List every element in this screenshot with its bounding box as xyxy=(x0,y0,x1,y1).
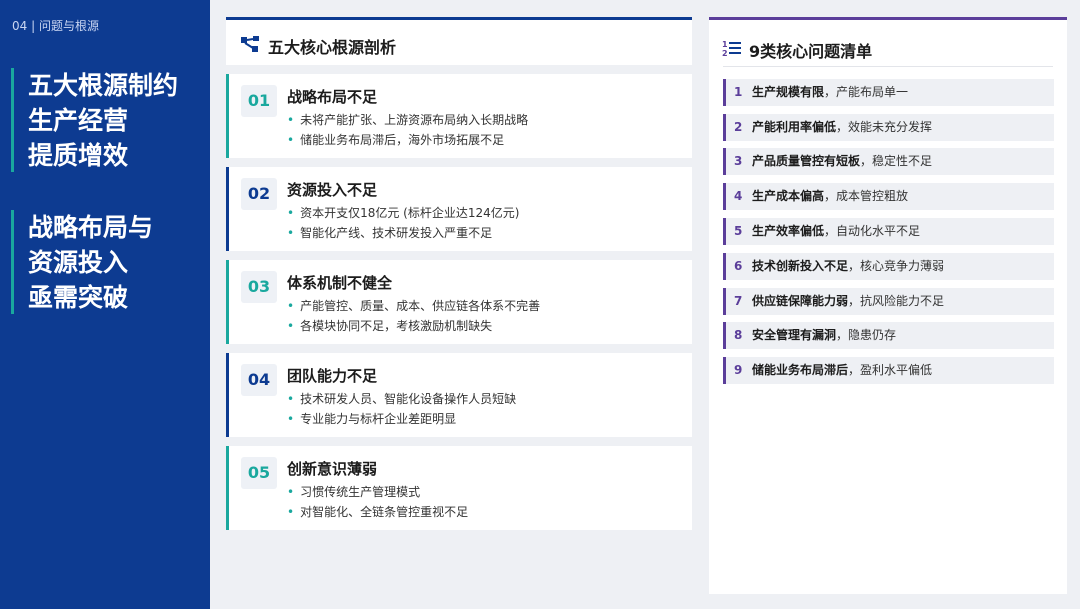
issue-item: 5 生产效率偏低，自动化水平不足 xyxy=(723,218,1054,245)
card-number: 05 xyxy=(241,457,277,489)
headline-line: 提质增效 xyxy=(28,141,129,170)
headline-line: 亟需突破 xyxy=(28,283,129,312)
card-title: 资源投入不足 xyxy=(287,181,378,199)
issue-item: 6 技术创新投入不足，核心竞争力薄弱 xyxy=(723,253,1054,280)
card-bullet: • 技术研发人员、智能化设备操作人员短缺 xyxy=(287,392,517,406)
svg-text:2: 2 xyxy=(722,49,728,57)
card-title: 战略布局不足 xyxy=(287,88,378,106)
section-tag: 04 | 问题与根源 xyxy=(12,19,99,33)
root-cause-panel-header: 五大核心根源剖析 xyxy=(226,17,692,65)
sidebar: 04 | 问题与根源 五大根源制约 生产经营 提质增效 战略布局与 资源投入 亟… xyxy=(0,0,210,609)
panel-title: 五大核心根源剖析 xyxy=(268,38,397,57)
card-bullet: • 产能管控、质量、成本、供应链各体系不完善 xyxy=(287,299,541,313)
root-cause-card: 01 战略布局不足 • 未将产能扩张、上游资源布局纳入长期战略 • 储能业务布局滞后… xyxy=(226,74,692,158)
card-bullet: • 未将产能扩张、上游资源布局纳入长期战略 xyxy=(287,113,529,127)
root-cause-card: 02 资源投入不足 • 资本开支仅18亿元 (标杆企业达124亿元) • 智能化产线… xyxy=(226,167,692,251)
issue-item: 8 安全管理有漏洞，隐患仍存 xyxy=(723,322,1054,349)
headline-bottom: 战略布局与 资源投入 亟需突破 xyxy=(11,210,201,314)
numbered-list-icon: 1 2 xyxy=(722,39,742,61)
network-nodes-icon xyxy=(240,35,260,57)
divider xyxy=(723,66,1053,67)
card-bullet: • 储能业务布局滞后，海外市场拓展不足 xyxy=(287,133,505,147)
card-title: 团队能力不足 xyxy=(287,367,378,385)
svg-text:1: 1 xyxy=(722,40,728,49)
headline-line: 资源投入 xyxy=(28,248,129,277)
issue-item: 7 供应链保障能力弱，抗风险能力不足 xyxy=(723,288,1054,315)
card-title: 创新意识薄弱 xyxy=(287,460,378,478)
card-number: 01 xyxy=(241,85,277,117)
card-bullet: • 智能化产线、技术研发投入严重不足 xyxy=(287,226,493,240)
headline-line: 战略布局与 xyxy=(28,213,154,242)
root-cause-card: 04 团队能力不足 • 技术研发人员、智能化设备操作人员短缺 • 专业能力与标杆企业… xyxy=(226,353,692,437)
headline-line: 五大根源制约 xyxy=(28,71,179,100)
panel-title: 9类核心问题清单 xyxy=(749,42,873,61)
card-bullet: • 专业能力与标杆企业差距明显 xyxy=(287,412,457,426)
issue-item: 3 产品质量管控有短板，稳定性不足 xyxy=(723,148,1054,175)
headline-top: 五大根源制约 生产经营 提质增效 xyxy=(11,68,201,172)
card-number: 03 xyxy=(241,271,277,303)
issue-list-panel: 1 2 9类核心问题清单 1 生产规模有限，产能布局单一 2 产能利用率偏低，效能未… xyxy=(709,17,1067,594)
issue-item: 2 产能利用率偏低，效能未充分发挥 xyxy=(723,114,1054,141)
card-bullet: • 对智能化、全链条管控重视不足 xyxy=(287,505,469,519)
card-bullet: • 资本开支仅18亿元 (标杆企业达124亿元) xyxy=(287,206,520,220)
issue-item: 4 生产成本偏高，成本管控粗放 xyxy=(723,183,1054,210)
issue-item: 9 储能业务布局滞后，盈利水平偏低 xyxy=(723,357,1054,384)
issue-item: 1 生产规模有限，产能布局单一 xyxy=(723,79,1054,106)
card-number: 02 xyxy=(241,178,277,210)
card-bullet: • 各模块协同不足，考核激励机制缺失 xyxy=(287,319,493,333)
root-cause-card: 05 创新意识薄弱 • 习惯传统生产管理模式 • 对智能化、全链条管控重视不足 xyxy=(226,446,692,530)
card-bullet: • 习惯传统生产管理模式 xyxy=(287,485,421,499)
root-cause-card: 03 体系机制不健全 • 产能管控、质量、成本、供应链各体系不完善 • 各模块协同不… xyxy=(226,260,692,344)
headline-line: 生产经营 xyxy=(28,106,129,135)
card-number: 04 xyxy=(241,364,277,396)
card-title: 体系机制不健全 xyxy=(287,274,393,292)
